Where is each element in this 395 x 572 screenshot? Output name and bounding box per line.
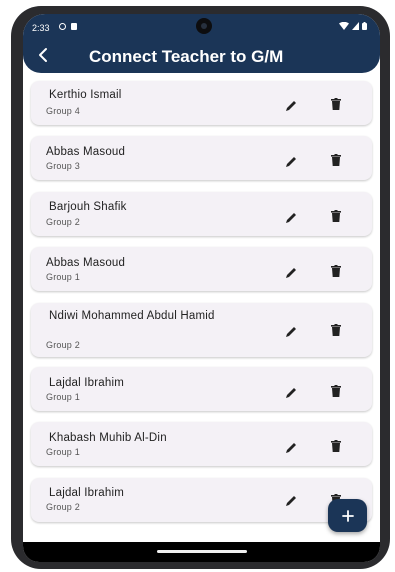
edit-icon[interactable] [285,155,298,168]
teacher-name: Ndiwi Mohammed Abdul Hamid [49,310,215,322]
group-label: Group 2 [46,340,80,350]
group-label: Group 3 [46,161,80,171]
home-gesture-bar[interactable] [157,550,247,553]
delete-icon[interactable] [331,265,341,277]
list-item[interactable]: Lajdal Ibrahim Group 2 [31,478,372,522]
list-item[interactable]: Kerthio Ismail Group 4 [31,81,372,125]
delete-icon[interactable] [331,324,341,336]
list-item[interactable]: Lajdal Ibrahim Group 1 [31,367,372,411]
delete-icon[interactable] [331,385,341,397]
page-title: Connect Teacher to G/M [89,47,284,66]
teacher-name: Khabash Muhib Al-Din [49,432,167,444]
group-label: Group 1 [46,272,80,282]
wifi-icon [339,22,349,30]
app-screen: 2:33 Connect Teacher to G/M Kerthio Isma… [23,14,380,562]
edit-icon[interactable] [285,266,298,279]
list-item[interactable]: Abbas Masoud Group 1 [31,247,372,291]
status-icons-left [59,23,77,30]
list-item[interactable]: Barjouh Shafik Group 2 [31,192,372,236]
plus-icon [341,509,354,522]
edit-icon[interactable] [285,386,298,399]
delete-icon[interactable] [331,440,341,452]
group-label: Group 1 [46,447,80,457]
teacher-name: Lajdal Ibrahim [49,377,125,389]
edit-icon[interactable] [285,441,298,454]
sim-icon [71,23,77,30]
system-nav-bar [23,542,380,562]
edit-icon[interactable] [285,494,298,507]
teacher-name: Abbas Masoud [46,146,126,158]
delete-icon[interactable] [331,154,341,166]
delete-icon[interactable] [331,210,341,222]
teacher-name: Lajdal Ibrahim [49,487,125,499]
list-item[interactable]: Khabash Muhib Al-Din Group 1 [31,422,372,466]
edit-icon[interactable] [285,325,298,338]
front-camera [196,18,212,34]
group-label: Group 2 [46,502,80,512]
edit-icon[interactable] [285,99,298,112]
back-arrow-icon[interactable] [35,46,53,64]
app-bar: 2:33 Connect Teacher to G/M [23,14,380,73]
delete-icon[interactable] [331,98,341,110]
group-label: Group 1 [46,392,80,402]
teacher-name: Barjouh Shafik [49,201,127,213]
battery-icon [362,22,367,30]
status-icons-right [339,22,367,30]
list-item[interactable]: Ndiwi Mohammed Abdul Hamid Group 2 [31,303,372,357]
signal-icon [352,22,359,30]
teacher-name: Abbas Masoud [46,257,126,269]
notification-icon [59,23,66,30]
add-button[interactable] [328,499,367,532]
teacher-name: Kerthio Ismail [49,89,122,101]
group-label: Group 2 [46,217,80,227]
group-label: Group 4 [46,106,80,116]
edit-icon[interactable] [285,211,298,224]
status-time: 2:33 [32,23,50,33]
list-item[interactable]: Abbas Masoud Group 3 [31,136,372,180]
